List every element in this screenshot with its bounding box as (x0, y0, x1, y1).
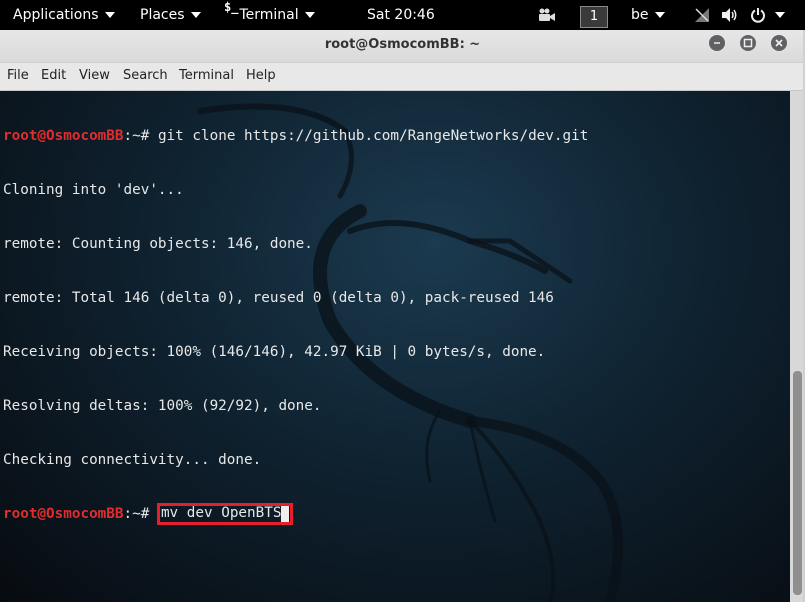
terminal-app-menu[interactable]: $_ Terminal (224, 0, 315, 30)
menu-view[interactable]: View (79, 68, 110, 83)
terminal-line: root@OsmocomBB:~# git clone https://gith… (3, 127, 588, 145)
command-text: mv dev OpenBTS (160, 505, 282, 521)
network-icon[interactable] (694, 0, 710, 30)
chevron-down-icon (104, 12, 115, 18)
chevron-down-icon (775, 12, 785, 18)
scrollbar-thumb[interactable] (793, 371, 802, 595)
highlighted-command: mv dev OpenBTS (156, 503, 294, 525)
power-icon (751, 8, 765, 23)
applications-label: Applications (13, 7, 99, 23)
terminal-line: Cloning into 'dev'... (3, 182, 184, 198)
terminal-line: remote: Counting objects: 146, done. (3, 236, 313, 252)
workspace-indicator: 1 (580, 6, 608, 28)
text-cursor (281, 506, 290, 522)
menu-help[interactable]: Help (246, 68, 276, 83)
prompt-separator: :~# (123, 128, 158, 144)
volume-icon[interactable] (721, 0, 739, 30)
prompt-user: root@OsmocomBB (3, 506, 124, 522)
terminal-line: Resolving deltas: 100% (92/92), done. (3, 398, 322, 414)
terminal-line: root@OsmocomBB:~# mv dev OpenBTS (3, 503, 588, 525)
terminal-line: Checking connectivity... done. (3, 452, 262, 468)
menu-file[interactable]: File (7, 68, 29, 83)
terminal-icon: $_ (224, 0, 239, 14)
window-titlebar[interactable]: root@OsmocomBB: ~ (0, 30, 805, 63)
command-text: git clone https://github.com/RangeNetwor… (157, 128, 589, 144)
chevron-down-icon (654, 12, 665, 18)
top-panel: Applications Places $_ Terminal Sat 20:4… (0, 0, 805, 30)
terminal-line: remote: Total 146 (delta 0), reused 0 (d… (3, 290, 554, 306)
menu-terminal[interactable]: Terminal (179, 68, 234, 83)
minimize-button[interactable] (709, 35, 725, 51)
places-menu[interactable]: Places (140, 0, 201, 30)
menu-search[interactable]: Search (123, 68, 168, 83)
keyboard-layout-label: be (631, 7, 649, 23)
terminal-line: Receiving objects: 100% (146/146), 42.97… (3, 344, 546, 360)
window-title: root@OsmocomBB: ~ (324, 37, 481, 52)
terminal-app-label: Terminal (239, 7, 299, 23)
clock[interactable]: Sat 20:46 (367, 0, 435, 30)
maximize-button[interactable] (740, 35, 756, 51)
prompt-user: root@OsmocomBB (3, 128, 124, 144)
terminal-view[interactable]: root@OsmocomBB:~# git clone https://gith… (0, 91, 790, 602)
menu-edit[interactable]: Edit (41, 68, 66, 83)
chevron-down-icon (304, 12, 315, 18)
workspace-switcher[interactable]: 1 (580, 0, 608, 30)
video-camera-icon[interactable] (538, 0, 556, 30)
menu-bar: File Edit View Search Terminal Help (0, 63, 805, 91)
keyboard-layout-menu[interactable]: be (631, 0, 665, 30)
clock-label: Sat 20:46 (367, 7, 435, 23)
terminal-output: root@OsmocomBB:~# git clone https://gith… (3, 91, 588, 559)
close-button[interactable] (771, 35, 787, 51)
power-menu[interactable] (750, 0, 785, 30)
applications-menu[interactable]: Applications (13, 0, 115, 30)
places-label: Places (140, 7, 185, 23)
chevron-down-icon (190, 12, 201, 18)
prompt-separator: :~# (123, 506, 158, 522)
